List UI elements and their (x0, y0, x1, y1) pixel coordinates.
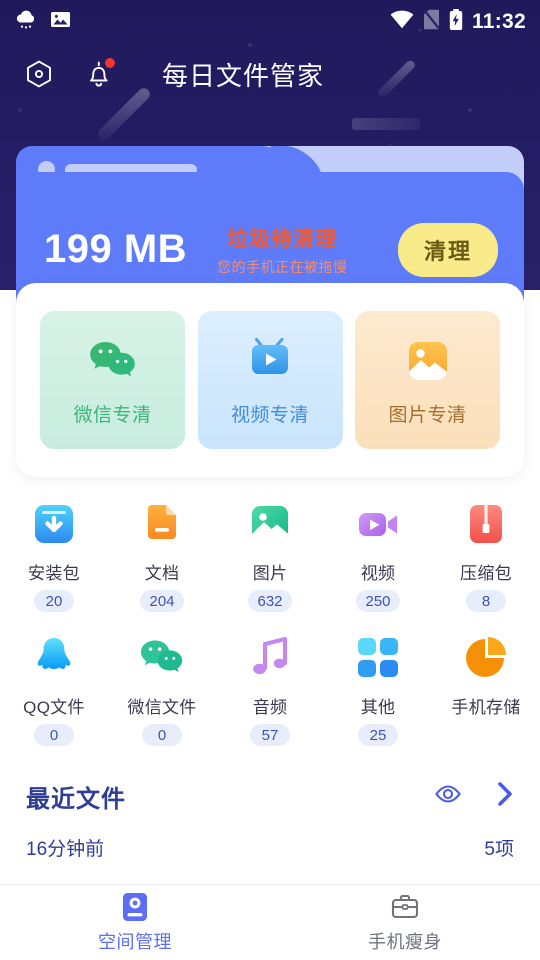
grid-other-icon (352, 632, 404, 684)
recent-files-title: 最近文件 (26, 785, 126, 813)
category-count: 25 (358, 724, 398, 746)
category-wechat-files[interactable]: 微信文件 0 (108, 626, 216, 746)
shortcut-picture-clean[interactable]: 图片专清 (355, 311, 500, 449)
category-audio[interactable]: 音频 57 (216, 626, 324, 746)
category-count: 204 (140, 590, 184, 612)
category-label: 其他 (360, 698, 396, 717)
category-archive[interactable]: 压缩包 8 (432, 492, 540, 612)
chevron-right-icon[interactable] (496, 781, 514, 812)
shortcut-wechat-clean[interactable]: 微信专清 (40, 311, 185, 449)
category-qq-files[interactable]: QQ文件 0 (0, 626, 108, 746)
category-count: 0 (142, 724, 182, 746)
no-sim-icon (423, 9, 440, 35)
nav-item-phone-slim[interactable]: 手机瘦身 (270, 885, 540, 960)
category-video[interactable]: 视频 250 (324, 492, 432, 612)
briefcase-icon (389, 891, 421, 923)
zip-archive-icon (460, 498, 512, 550)
category-apk[interactable]: 安装包 20 (0, 492, 108, 612)
picture-icon (401, 334, 455, 388)
category-label: 安装包 (28, 564, 80, 583)
category-grid: 安装包 20 文档 204 图片 632 视频 250 压缩包 8 QQ文件 0… (0, 492, 540, 746)
qq-penguin-icon (28, 632, 80, 684)
image-icon (244, 498, 296, 550)
nav-label: 手机瘦身 (368, 932, 442, 952)
category-phone-storage[interactable]: 手机存储 (432, 626, 540, 746)
eye-icon[interactable] (434, 784, 462, 809)
wechat-icon (136, 632, 188, 684)
storage-size-value: 199 MB (44, 227, 188, 271)
category-count: 57 (250, 724, 290, 746)
category-count: 20 (34, 590, 74, 612)
shortcut-label: 微信专清 (73, 404, 152, 426)
apk-download-icon (28, 498, 80, 550)
category-document[interactable]: 文档 204 (108, 492, 216, 612)
junk-status: 垃圾待清理 您的手机正在被拖慢 (217, 223, 348, 277)
category-label: 音频 (252, 698, 288, 717)
recent-files-actions (434, 781, 514, 812)
category-row-2: QQ文件 0 微信文件 0 音频 57 其他 25 手机存储 (0, 626, 540, 746)
wechat-icon (86, 334, 140, 388)
clean-button[interactable]: 清理 (397, 222, 498, 277)
shortcut-label: 图片专清 (388, 404, 467, 426)
app-screen: 11:32 每日文件管家 199 MB 垃圾待清理 您的手机正在被拖慢 清理 微… (0, 0, 540, 960)
category-count: 8 (466, 590, 506, 612)
document-icon (136, 498, 188, 550)
category-label: 微信文件 (127, 698, 197, 717)
junk-subtitle: 您的手机正在被拖慢 (217, 258, 348, 275)
shortcut-video-clean[interactable]: 视频专清 (197, 311, 343, 449)
decorative-bar (352, 118, 420, 130)
weather-cloud-icon (14, 9, 38, 36)
recent-files-row[interactable]: 16分钟前 5项 (0, 824, 540, 870)
category-label: QQ文件 (23, 698, 85, 717)
page-title: 每日文件管家 (162, 60, 325, 91)
category-label: 压缩包 (460, 564, 512, 583)
nav-label: 空间管理 (98, 932, 172, 952)
nav-item-space-manage[interactable]: 空间管理 (0, 885, 270, 960)
recent-files-time: 16分钟前 (26, 838, 105, 860)
status-bar-right: 11:32 (390, 8, 526, 36)
recent-files-section: 最近文件 16分钟前 5项 (0, 768, 540, 870)
video-camera-icon (352, 498, 404, 550)
category-label: 图片 (252, 564, 288, 583)
junk-title: 垃圾待清理 (227, 227, 338, 251)
wifi-icon (390, 10, 414, 34)
bottom-nav: 空间管理 手机瘦身 (0, 884, 540, 960)
status-bar-clock: 11:32 (471, 10, 526, 33)
app-bar: 每日文件管家 (0, 44, 540, 104)
category-count: 250 (356, 590, 400, 612)
screenshot-image-icon (50, 9, 71, 35)
category-label: 视频 (360, 564, 396, 583)
notification-badge (105, 58, 115, 68)
category-other[interactable]: 其他 25 (324, 626, 432, 746)
category-label: 文档 (144, 564, 180, 583)
storage-disk-icon (119, 891, 151, 923)
status-bar-left (14, 9, 71, 36)
music-note-icon (244, 632, 296, 684)
battery-charging-icon (449, 8, 463, 36)
category-image[interactable]: 图片 632 (216, 492, 324, 612)
pie-chart-storage-icon (460, 632, 512, 684)
category-row-1: 安装包 20 文档 204 图片 632 视频 250 压缩包 8 (0, 492, 540, 612)
status-bar: 11:32 (0, 0, 540, 44)
category-label: 手机存储 (451, 698, 521, 717)
video-tv-icon (243, 334, 297, 388)
bell-icon[interactable] (82, 57, 116, 91)
hexagon-settings-icon[interactable] (22, 57, 56, 91)
recent-files-count: 5项 (484, 838, 514, 860)
category-count: 0 (34, 724, 74, 746)
category-count: 632 (248, 590, 292, 612)
recent-files-header: 最近文件 (0, 768, 540, 824)
shortcuts-card: 微信专清 视频专清 图片专清 (16, 283, 524, 477)
shortcut-label: 视频专清 (230, 404, 309, 426)
